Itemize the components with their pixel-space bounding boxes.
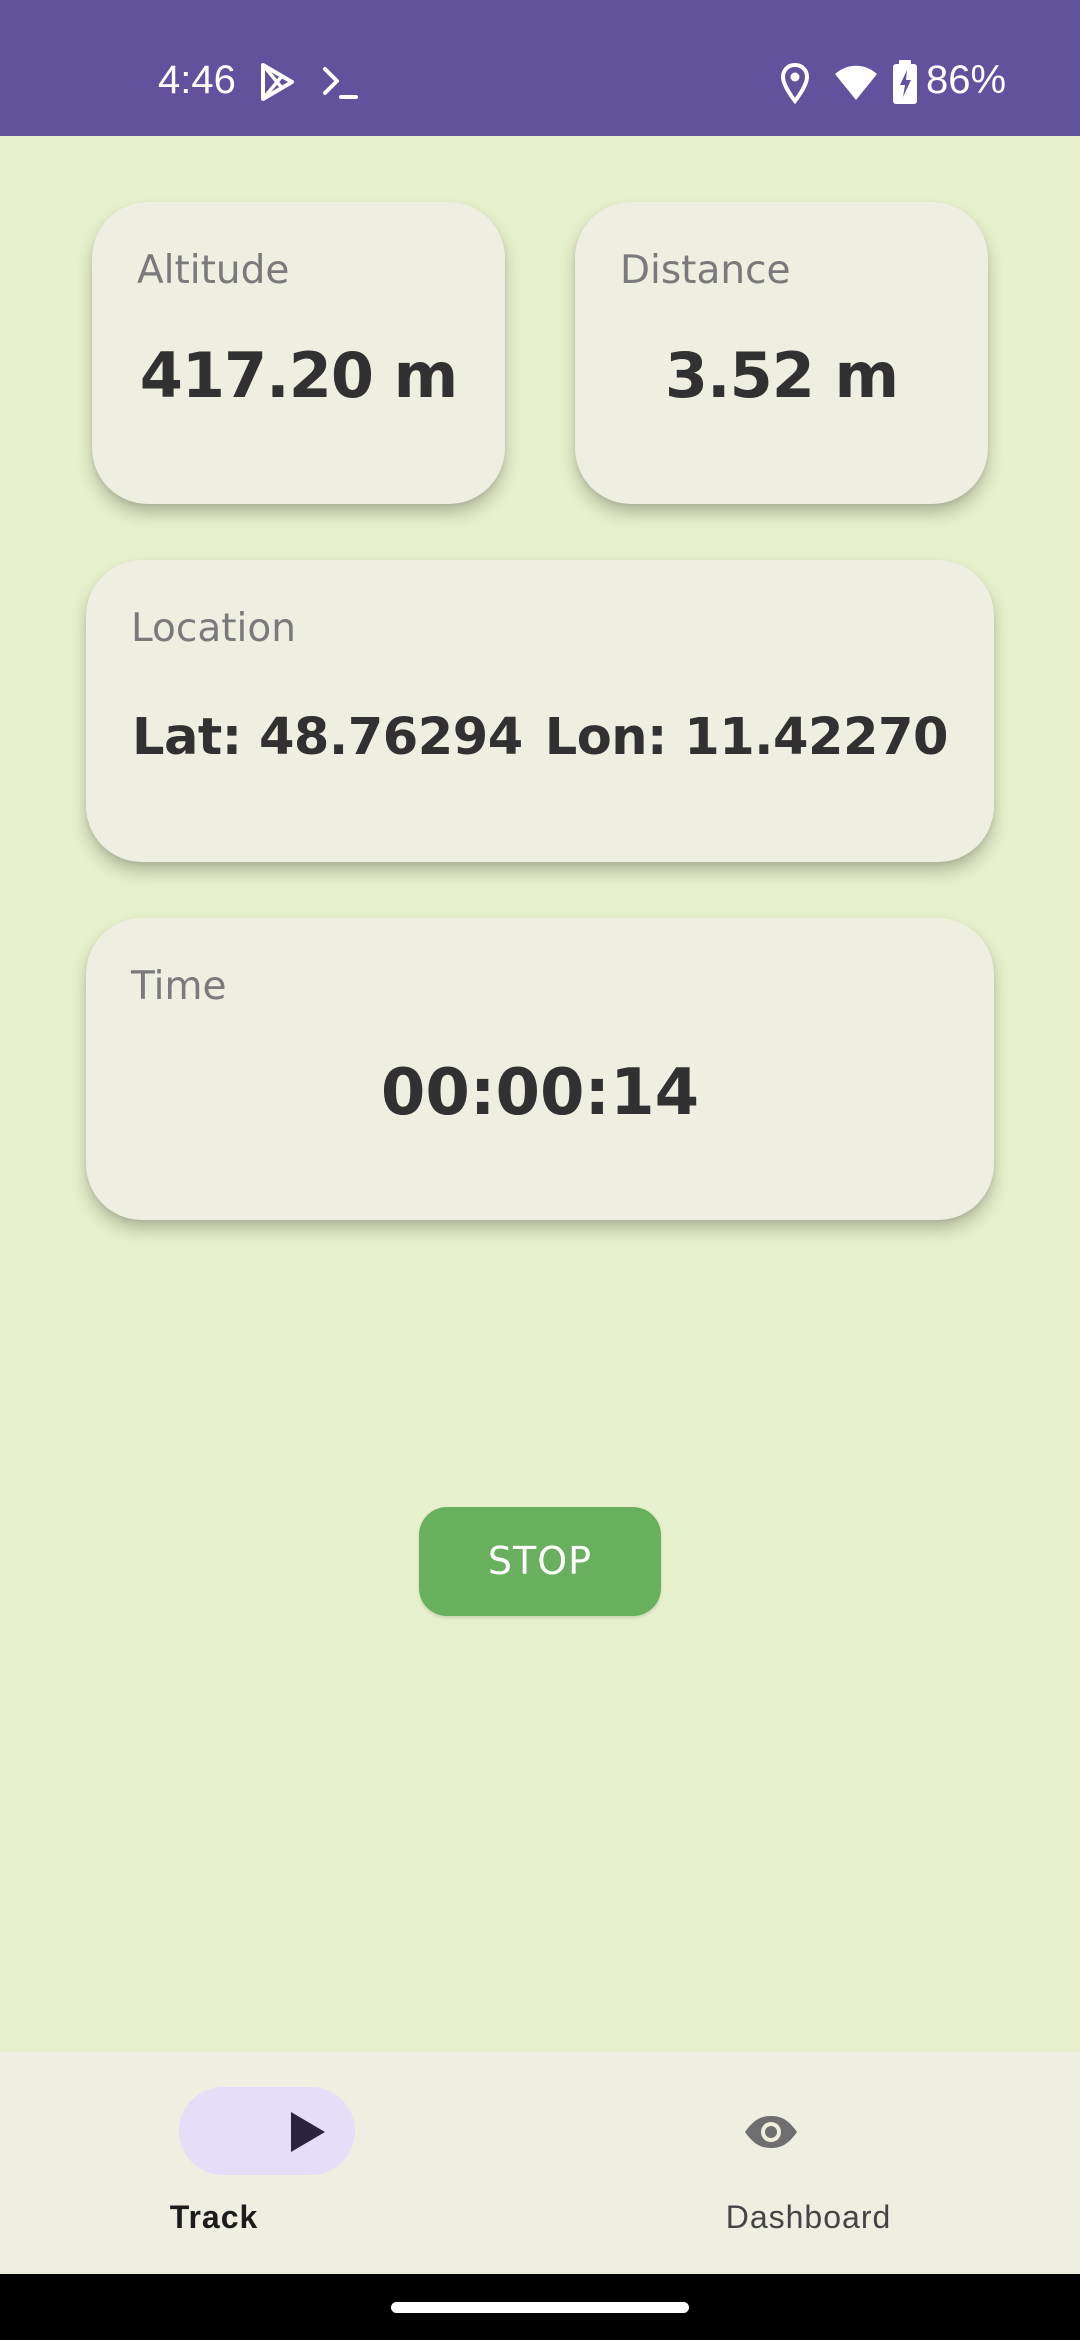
battery-charging-icon bbox=[893, 60, 917, 104]
eye-icon bbox=[745, 2116, 797, 2148]
wifi-icon bbox=[835, 65, 877, 100]
terminal-icon bbox=[323, 67, 358, 99]
time-card: Time 00:00:14 bbox=[86, 918, 994, 1220]
distance-card: Distance 3.52 m bbox=[575, 202, 988, 504]
home-gesture-handle[interactable] bbox=[391, 2302, 689, 2313]
distance-value: 3.52 m bbox=[664, 339, 899, 412]
location-icon bbox=[780, 62, 810, 104]
nav-item-track[interactable]: Track bbox=[0, 2052, 540, 2274]
system-navigation-bar bbox=[0, 2274, 1080, 2340]
play-icon bbox=[291, 2112, 325, 2152]
status-time: 4:46 bbox=[158, 58, 236, 102]
nav-active-indicator bbox=[179, 2087, 355, 2175]
stop-button[interactable]: STOP bbox=[419, 1507, 661, 1616]
altitude-label: Altitude bbox=[137, 248, 290, 293]
status-bar: 4:46 86% bbox=[0, 0, 1080, 136]
location-label: Location bbox=[131, 606, 296, 651]
nav-label-track: Track bbox=[169, 2199, 259, 2235]
distance-label: Distance bbox=[620, 248, 791, 293]
bottom-navigation: Track Dashboard bbox=[0, 2052, 1080, 2274]
time-label: Time bbox=[131, 964, 227, 1009]
altitude-value: 417.20 m bbox=[139, 339, 458, 412]
elapsed-time-value: 00:00:14 bbox=[380, 1056, 700, 1130]
longitude-value: Lon: 11.42270 bbox=[544, 708, 949, 767]
location-value: Lat: 48.76294 Lon: 11.42270 bbox=[86, 708, 994, 768]
latitude-value: Lat: 48.76294 bbox=[132, 708, 523, 767]
altitude-card: Altitude 417.20 m bbox=[92, 202, 505, 504]
location-card: Location Lat: 48.76294 Lon: 11.42270 bbox=[86, 560, 994, 862]
nav-label-dashboard: Dashboard bbox=[725, 2199, 892, 2235]
battery-percent: 86% bbox=[926, 58, 1007, 102]
play-store-icon bbox=[261, 63, 294, 101]
nav-item-dashboard[interactable]: Dashboard bbox=[540, 2052, 1080, 2274]
